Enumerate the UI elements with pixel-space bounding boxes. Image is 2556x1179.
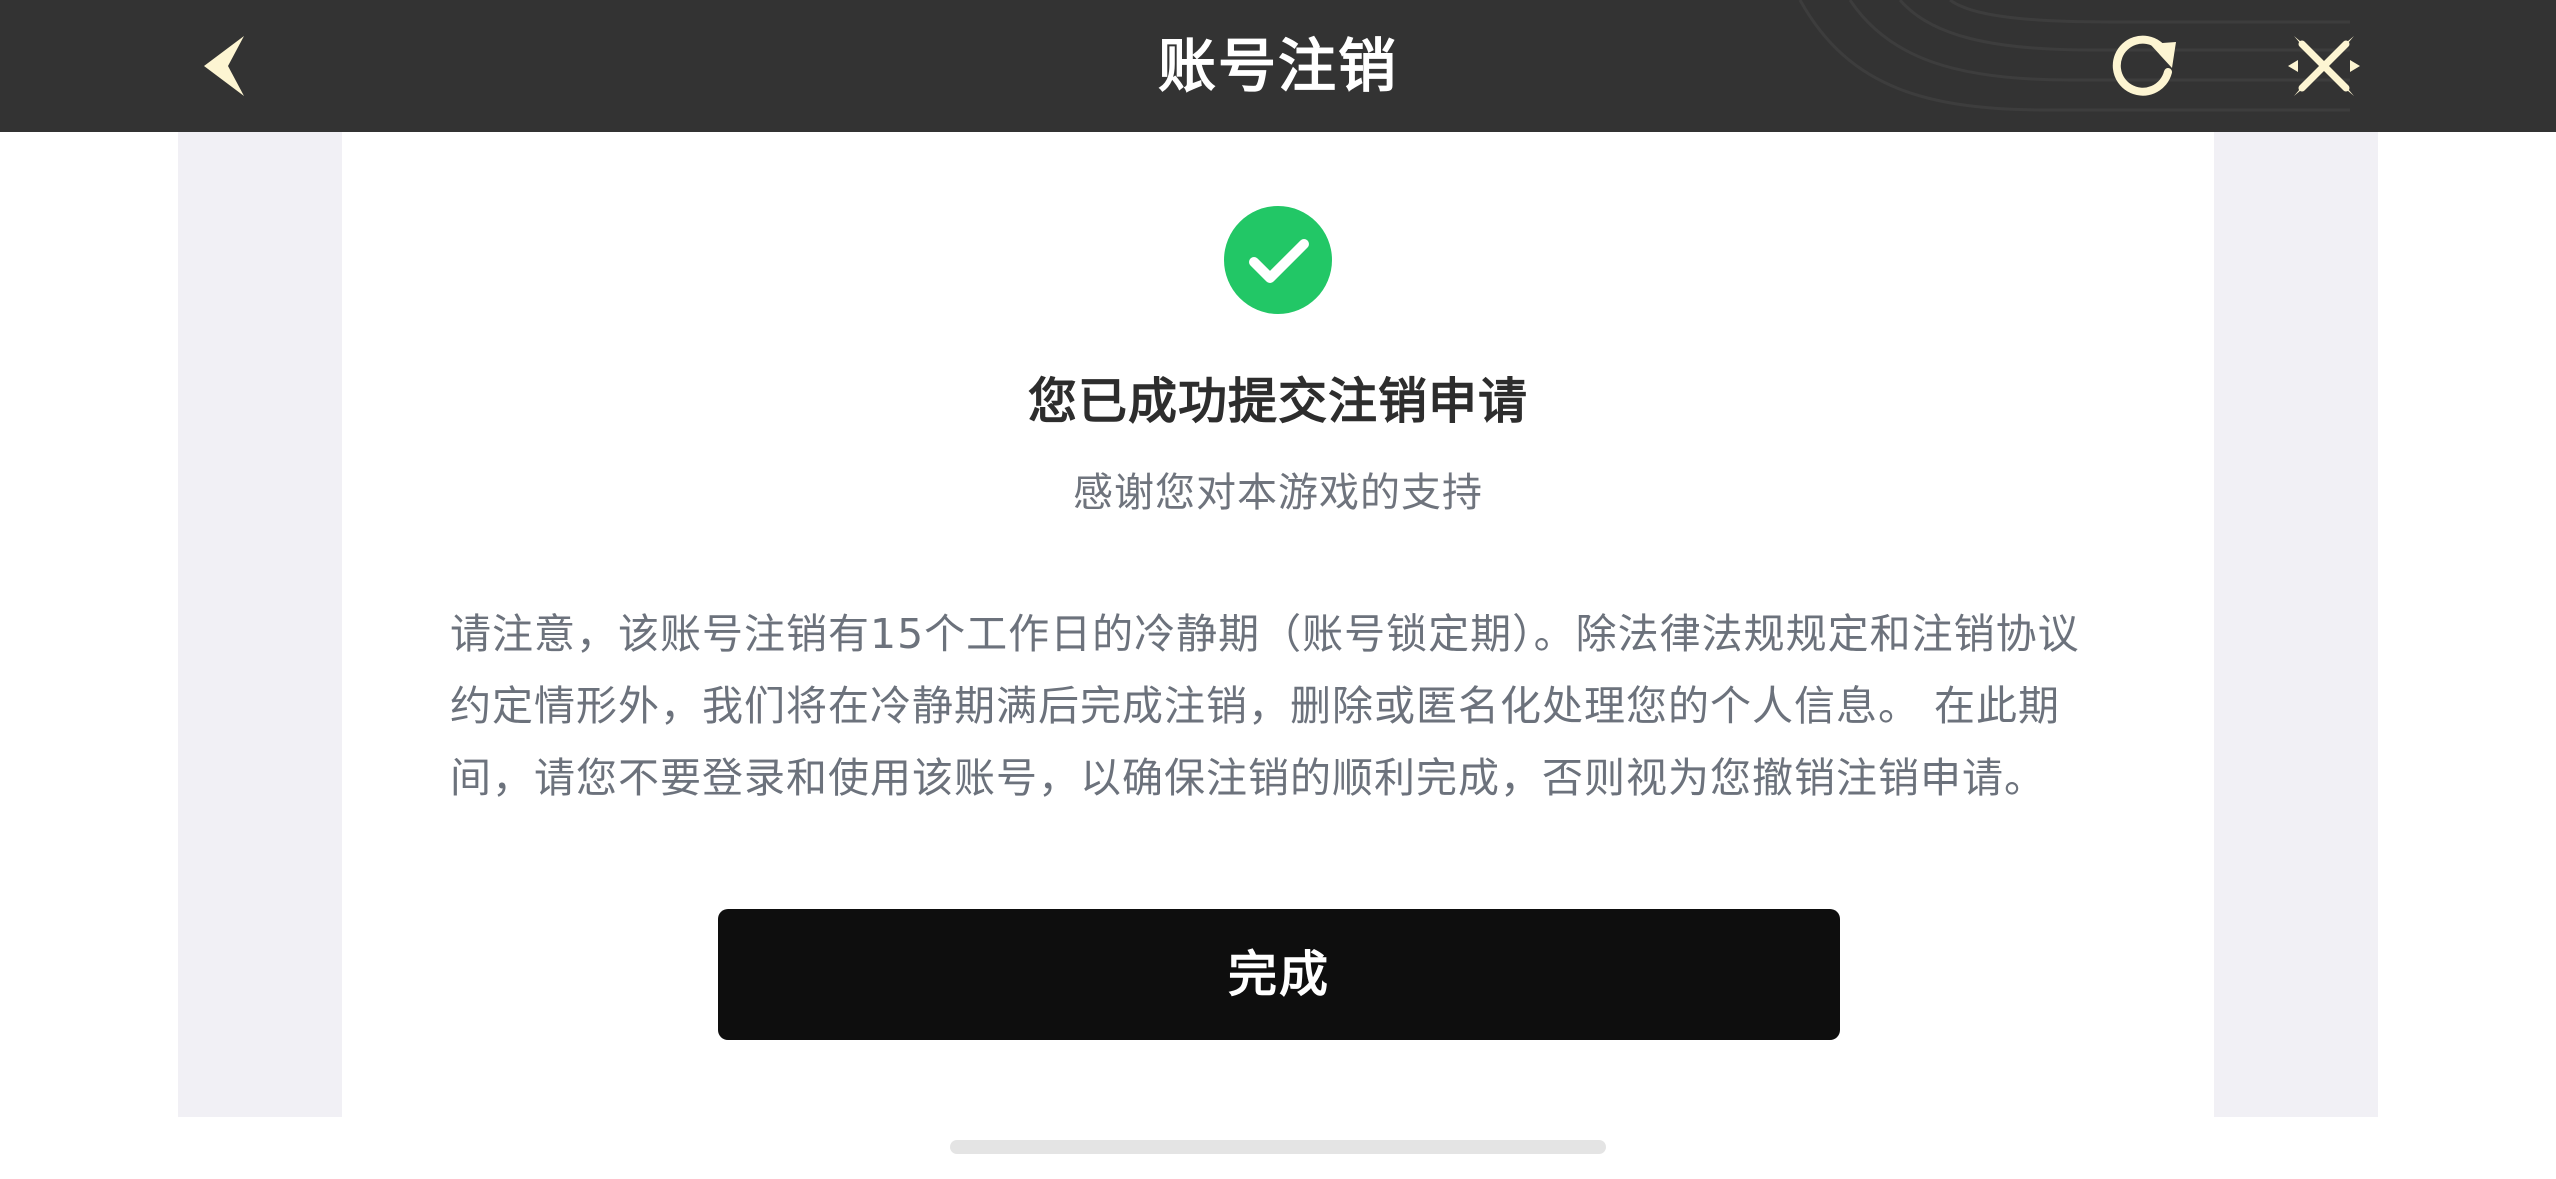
check-circle-icon (1224, 206, 1332, 314)
thanks-subtitle: 感谢您对本游戏的支持 (1073, 470, 1483, 516)
top-bar: 账号注销 (0, 0, 2556, 132)
success-title: 您已成功提交注销申请 (1027, 373, 1528, 430)
refresh-button[interactable] (2106, 28, 2182, 104)
close-cross-icon (2288, 36, 2360, 96)
done-button[interactable]: 完成 (718, 909, 1840, 1040)
cooling-period-notice: 请注意，该账号注销有15个工作日的冷静期（账号锁定期）。除法律法规规定和注销协议… (450, 610, 2080, 802)
home-indicator[interactable] (950, 1140, 1606, 1154)
right-side-panel (2214, 132, 2378, 1117)
left-side-panel (178, 132, 342, 1117)
close-button[interactable] (2286, 28, 2362, 104)
refresh-icon (2112, 35, 2176, 96)
